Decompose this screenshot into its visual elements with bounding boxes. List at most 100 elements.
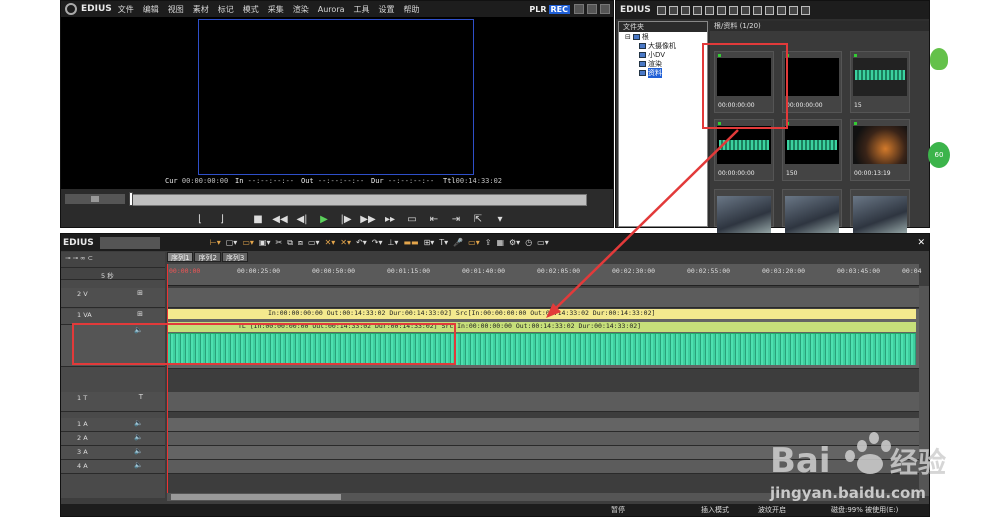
output-icon[interactable]: ▭ bbox=[403, 214, 421, 225]
menu-aurora[interactable]: Aurora bbox=[318, 5, 345, 14]
title-icon[interactable]: T▾ bbox=[439, 238, 448, 247]
open-project-icon[interactable]: ▭▾ bbox=[242, 238, 254, 247]
group-icon[interactable]: ▬▬ bbox=[403, 238, 418, 247]
folder-materials[interactable]: 资料 bbox=[619, 67, 707, 78]
add-to-timeline-icon[interactable] bbox=[752, 5, 762, 15]
replace-icon[interactable]: ▭▾ bbox=[308, 238, 320, 247]
close-icon[interactable]: ✕ bbox=[917, 238, 925, 248]
clip-thumb[interactable]: 15 bbox=[850, 51, 910, 113]
paste-icon[interactable]: ⧈ bbox=[298, 238, 303, 248]
clip-thumb[interactable] bbox=[782, 189, 842, 234]
speaker-icon[interactable]: 🔈 bbox=[134, 461, 143, 469]
track-header-3a[interactable]: 3 A 🔈 bbox=[61, 446, 165, 460]
playhead-cursor[interactable] bbox=[167, 264, 168, 496]
ripple-delete-icon[interactable]: ✕▾ bbox=[340, 238, 351, 247]
step-back-icon[interactable]: ◀| bbox=[293, 214, 311, 225]
menu-tools[interactable]: 工具 bbox=[354, 4, 370, 15]
plr-toggle[interactable]: PLR bbox=[529, 5, 546, 14]
play-icon[interactable]: ▶ bbox=[315, 214, 333, 225]
track-visibility-icon[interactable]: ⊞ bbox=[137, 310, 143, 318]
more-icon[interactable]: ▾ bbox=[491, 214, 509, 225]
step-forward-icon[interactable]: |▶ bbox=[337, 214, 355, 225]
maximize-icon[interactable] bbox=[587, 4, 597, 14]
track-header-1t[interactable]: 1 TT bbox=[61, 392, 165, 412]
menu-mode[interactable]: 模式 bbox=[243, 4, 259, 15]
overwrite-to-timeline-icon[interactable]: ⇥ bbox=[447, 214, 465, 225]
menu-capture[interactable]: 采集 bbox=[268, 4, 284, 15]
paste-icon[interactable] bbox=[740, 5, 750, 15]
menu-clip[interactable]: 素材 bbox=[193, 4, 209, 15]
insert-to-timeline-icon[interactable]: ⇤ bbox=[425, 214, 443, 225]
copy-icon[interactable]: ⧉ bbox=[287, 238, 293, 248]
layout-icon[interactable]: ▭▾ bbox=[537, 238, 549, 247]
close-icon[interactable] bbox=[600, 4, 610, 14]
mic-icon[interactable]: 🎤 bbox=[453, 238, 463, 247]
set-in-icon[interactable]: ⌊ bbox=[191, 214, 209, 225]
view-mode-icon[interactable] bbox=[788, 5, 798, 15]
rewind-icon[interactable]: ◀◀ bbox=[271, 214, 289, 225]
lane-2v[interactable] bbox=[167, 288, 919, 308]
redo-icon[interactable]: ↷▾ bbox=[372, 238, 383, 247]
track-header-2a[interactable]: 2 A 🔈 bbox=[61, 432, 165, 446]
render-icon[interactable]: ▭▾ bbox=[468, 238, 480, 247]
settings-icon[interactable]: ⚙▾ bbox=[509, 238, 520, 247]
menu-render[interactable]: 渲染 bbox=[293, 4, 309, 15]
undo-icon[interactable]: ↶▾ bbox=[356, 238, 367, 247]
scrub-bar[interactable] bbox=[131, 194, 587, 206]
search-icon[interactable] bbox=[668, 5, 678, 15]
trim-icon[interactable]: ⇱ bbox=[469, 214, 487, 225]
time-ruler[interactable]: 00:00:00 00:00:25:00 00:00:50:00 00:01:1… bbox=[167, 264, 922, 286]
clip-thumb[interactable]: 00:00:13:19 bbox=[850, 119, 910, 181]
cut-icon[interactable]: ✂ bbox=[275, 238, 282, 247]
tab-sequence-3[interactable]: 序列3 bbox=[221, 252, 249, 262]
link-icon[interactable]: ⊞▾ bbox=[424, 238, 435, 247]
menu-file[interactable]: 文件 bbox=[118, 4, 134, 15]
track-tools-icon[interactable]: ⊸ ⊸ ∞ ⊂ bbox=[65, 254, 93, 262]
mode-icon[interactable]: ⊢▾ bbox=[210, 238, 221, 247]
title-track-icon[interactable]: T bbox=[139, 393, 143, 401]
stop-icon[interactable]: ■ bbox=[249, 214, 267, 225]
minimize-icon[interactable] bbox=[574, 4, 584, 14]
speaker-icon[interactable]: 🔈 bbox=[134, 447, 143, 455]
loop-icon[interactable]: ▸▸ bbox=[381, 214, 399, 225]
timeline-search-box[interactable] bbox=[99, 236, 160, 249]
fast-forward-icon[interactable]: ▶▶ bbox=[359, 214, 377, 225]
menu-view[interactable]: 视图 bbox=[168, 4, 184, 15]
menu-settings[interactable]: 设置 bbox=[379, 4, 395, 15]
lane-1t[interactable] bbox=[167, 392, 919, 412]
clip-thumb[interactable]: 00:00:00:00 bbox=[782, 51, 842, 113]
export-icon[interactable]: ⇪ bbox=[485, 238, 492, 247]
preview-monitor[interactable] bbox=[61, 17, 613, 189]
up-folder-icon[interactable] bbox=[680, 5, 690, 15]
speaker-icon[interactable]: 🔈 bbox=[134, 419, 143, 427]
scrub-handle[interactable] bbox=[129, 192, 133, 206]
video-clip[interactable]: In:00:00:00:00 Out:00:14:33:02 Dur:00:14… bbox=[168, 309, 916, 319]
new-project-icon[interactable]: ▢▾ bbox=[226, 238, 238, 247]
rec-toggle[interactable]: REC bbox=[548, 4, 570, 14]
delete-icon[interactable]: ✕▾ bbox=[325, 238, 336, 247]
clip-thumb[interactable] bbox=[714, 189, 774, 234]
folder-small-dv[interactable]: 小DV bbox=[619, 50, 707, 59]
delete-icon[interactable] bbox=[764, 5, 774, 15]
grid-icon[interactable]: ▦ bbox=[496, 238, 504, 247]
menu-edit[interactable]: 编辑 bbox=[143, 4, 159, 15]
track-header-2v[interactable]: 2 V ⊞ bbox=[61, 288, 165, 308]
menu-help[interactable]: 帮助 bbox=[404, 4, 420, 15]
add-clip-icon[interactable] bbox=[692, 5, 702, 15]
tab-sequence-1[interactable]: 序列1 bbox=[167, 252, 194, 262]
title-icon[interactable] bbox=[704, 5, 714, 15]
speaker-icon[interactable]: 🔈 bbox=[134, 433, 143, 441]
clip-thumb[interactable] bbox=[850, 189, 910, 234]
folder-icon[interactable] bbox=[656, 5, 666, 15]
zoom-label[interactable]: 5 秒 bbox=[101, 270, 114, 280]
cut-icon[interactable] bbox=[716, 5, 726, 15]
track-visibility-icon[interactable]: ⊞ bbox=[137, 289, 143, 297]
options-icon[interactable] bbox=[800, 5, 810, 15]
audio-level-slider[interactable] bbox=[65, 194, 125, 204]
folder-render[interactable]: 渲染 bbox=[619, 59, 707, 68]
clock-icon[interactable]: ◷ bbox=[525, 238, 532, 247]
track-header-1a[interactable]: 1 A 🔈 bbox=[61, 418, 165, 432]
track-header-4a[interactable]: 4 A 🔈 bbox=[61, 460, 165, 474]
menu-marker[interactable]: 标记 bbox=[218, 4, 234, 15]
status-insert-mode[interactable]: 插入模式 bbox=[701, 505, 729, 515]
